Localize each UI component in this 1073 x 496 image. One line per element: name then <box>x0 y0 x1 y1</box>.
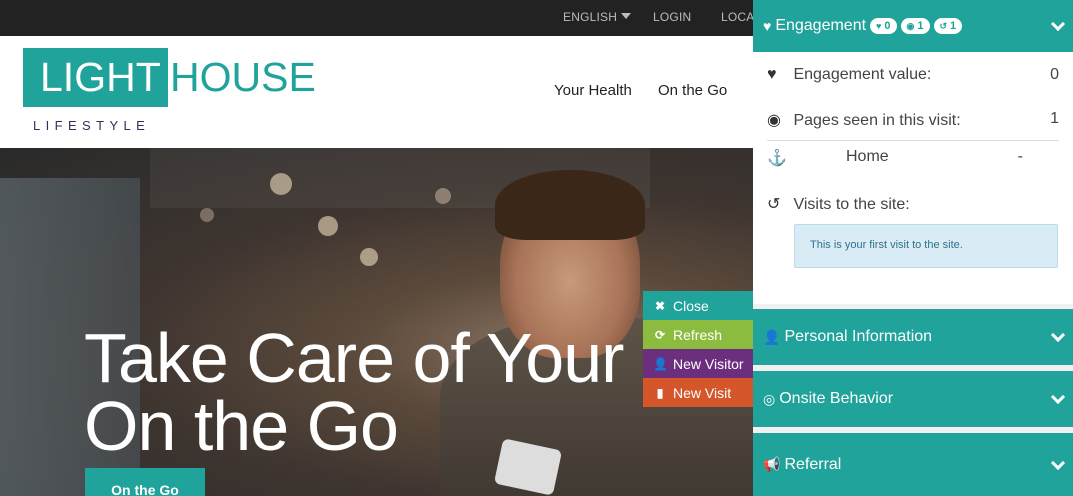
engagement-body: ♥ Engagement value: 0 ◉ Pages seen in th… <box>753 52 1073 304</box>
pages-badge: ◉ 1 <box>900 18 930 34</box>
refresh-icon: ⟳ <box>654 327 666 342</box>
eye-icon: ◉ <box>906 20 915 31</box>
bokeh-light <box>200 208 214 222</box>
visits-row: ↺ Visits to the site: <box>767 196 910 213</box>
nav-your-health[interactable]: Your Health <box>554 82 632 99</box>
new-visitor-button[interactable]: 👤 New Visitor <box>643 349 753 378</box>
logo-house-text[interactable]: HOUSE <box>170 54 316 101</box>
logo-light-text[interactable]: LIGHT <box>40 54 161 101</box>
pages-seen-row: ◉ Pages seen in this visit: 1 <box>767 110 1059 129</box>
divider <box>767 140 1059 141</box>
user-icon: 👤 <box>653 356 668 371</box>
bokeh-light <box>270 173 292 195</box>
close-button[interactable]: ✖ Close <box>643 291 753 320</box>
bokeh-light <box>360 248 378 266</box>
new-visit-button[interactable]: ▮ New Visit <box>643 378 753 407</box>
logo-subtitle: LIFESTYLE <box>33 118 151 133</box>
user-icon: 👤 <box>763 328 781 345</box>
history-icon: ↺ <box>939 20 948 31</box>
hero-cta-button[interactable]: On the Go <box>85 468 205 496</box>
referral-header[interactable]: 📢 Referral <box>753 433 1073 496</box>
pages-seen-value: 1 <box>1050 110 1059 127</box>
page-value: - <box>1017 148 1023 165</box>
anchor-icon: ⚓ <box>767 150 787 167</box>
visitor-action-menu: ✖ Close ⟳ Refresh 👤 New Visitor ▮ New Visit <box>643 291 753 407</box>
chevron-down-icon <box>1050 455 1066 470</box>
nav-on-the-go[interactable]: On the Go <box>658 82 727 99</box>
chevron-down-icon <box>1050 16 1066 32</box>
hero-person-hair <box>495 170 645 240</box>
hero-title: Take Care of Your On the Go <box>84 319 624 465</box>
onsite-behavior-header[interactable]: ◎ Onsite Behavior <box>753 371 1073 427</box>
engagement-value-badge: ♥ 0 <box>870 18 897 34</box>
heart-icon: ♥ <box>763 18 772 34</box>
page-name: Home <box>846 148 889 165</box>
target-icon: ◎ <box>763 390 776 407</box>
heart-icon: ♥ <box>767 66 777 83</box>
page-visited-row: ⚓ Home - <box>767 148 1059 168</box>
caret-down-icon <box>621 13 632 19</box>
language-selector[interactable]: ENGLISH <box>563 10 632 24</box>
refresh-button[interactable]: ⟳ Refresh <box>643 320 753 349</box>
experience-panel: ♥ Engagement ♥ 0 ◉ 1 ↺ 1 ♥ Engagement value… <box>753 0 1073 496</box>
chevron-down-icon <box>1050 389 1066 405</box>
engagement-value-row: ♥ Engagement value: 0 <box>767 66 1059 83</box>
close-icon: ✖ <box>654 298 666 313</box>
location-link[interactable]: LOCA <box>721 10 754 24</box>
personal-information-header[interactable]: 👤 Personal Information <box>753 309 1073 365</box>
engagement-title: Engagement <box>775 17 867 34</box>
first-visit-alert: This is your first visit to the site. <box>794 224 1058 268</box>
heart-icon: ♥ <box>876 21 882 31</box>
eye-icon: ◉ <box>767 112 781 129</box>
chevron-down-icon <box>1050 327 1066 343</box>
bokeh-light <box>435 188 451 204</box>
history-icon: ↺ <box>767 196 781 213</box>
bullhorn-icon: 📢 <box>763 456 781 472</box>
login-link[interactable]: LOGIN <box>653 10 691 24</box>
site-header: LIGHT HOUSE LIFESTYLE Your Health On the… <box>0 36 760 148</box>
engagement-header[interactable]: ♥ Engagement ♥ 0 ◉ 1 ↺ 1 <box>753 0 1073 52</box>
engagement-value: 0 <box>1050 66 1059 83</box>
visits-badge: ↺ 1 <box>933 18 963 34</box>
file-icon: ▮ <box>656 385 664 400</box>
bokeh-light <box>318 216 338 236</box>
